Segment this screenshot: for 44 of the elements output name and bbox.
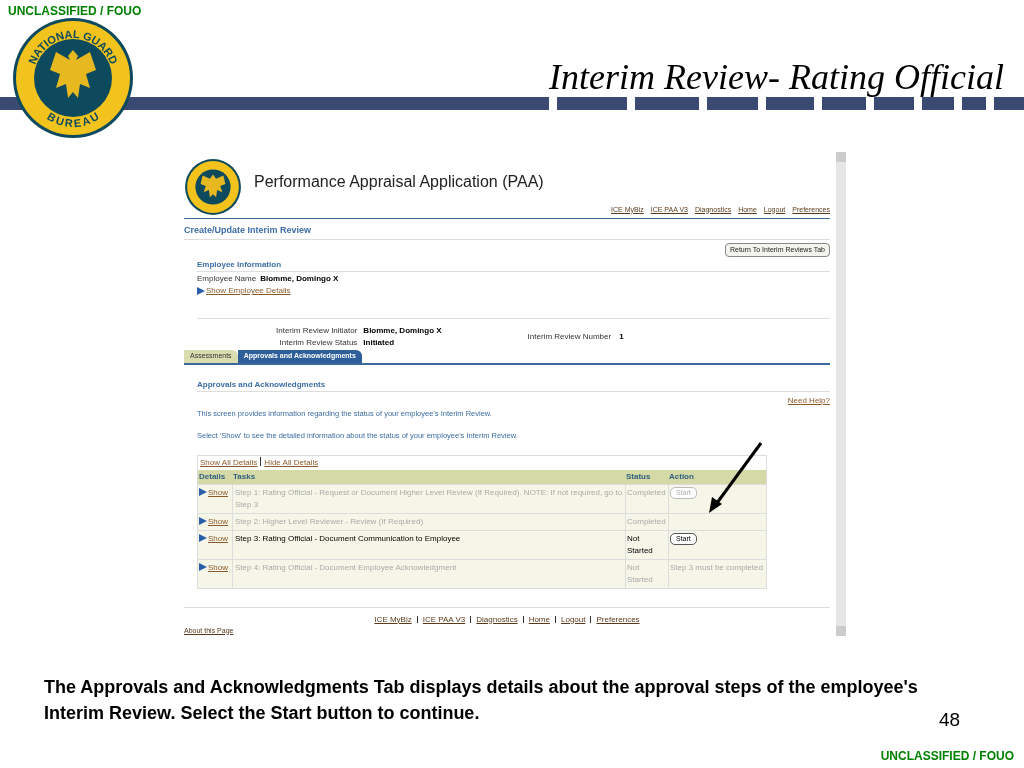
status-cell: Completed (625, 483, 668, 513)
field-value: 1 (619, 331, 624, 343)
status-cell: Completed (625, 512, 668, 530)
page-number: 48 (939, 708, 961, 732)
column-header: Status (625, 469, 668, 484)
classification-label: UNCLASSIFIED / FOUO (880, 748, 1014, 765)
details-link[interactable]: Hide All Details (264, 456, 319, 469)
footer-link[interactable]: Preferences (596, 613, 640, 626)
expand-icon[interactable] (197, 287, 205, 295)
footer-link[interactable]: ICE PAA V3 (422, 613, 466, 626)
pointer-arrow (709, 442, 763, 513)
field-label: Employee Name (197, 273, 257, 285)
seal-logo (184, 158, 242, 216)
status-cell: Not Started (625, 558, 668, 588)
task-cell: Step 3: Rating Official - Document Communication to Employee (232, 529, 625, 559)
column-header: Tasks (232, 469, 625, 484)
column-header: Details (198, 469, 232, 484)
field-value: Blomme, Domingo X (363, 325, 442, 337)
help-link[interactable]: Need Help? (787, 395, 830, 407)
field-value: Blomme, Domingo X (260, 273, 339, 285)
show-details-link[interactable]: Show Employee Details (206, 285, 291, 297)
details-link[interactable]: Show All Details (200, 456, 258, 469)
footer-link[interactable]: ICE MyBiz (374, 613, 412, 626)
page-title: Create/Update Interim Review (184, 224, 830, 240)
section-heading: Employee Information (197, 259, 830, 272)
caption-text: The Approvals and Acknowledgments Tab displays details about the approval steps of the employee's Interim Review. Select the Start button to continue. (44, 676, 919, 725)
task-cell: Step 4: Rating Official - Document Employee Acknowledgment (232, 558, 625, 588)
expand-icon[interactable] (199, 562, 207, 571)
footer-link[interactable]: Diagnostics (476, 613, 518, 626)
field-label: Interim Review Number (527, 331, 612, 343)
task-cell: Step 2: Higher Level Reviewer - Review (If Required) (232, 512, 625, 530)
action-note: Step 3 must be completed (670, 562, 763, 572)
field-value: Initiated (363, 337, 396, 349)
section-heading: Approvals and Acknowledgments (197, 379, 830, 392)
slide-title: Interim Review- Rating Official (549, 56, 1004, 99)
show-link[interactable]: Show (208, 532, 228, 545)
footer-link[interactable]: Home (528, 613, 550, 626)
field-label: Interim Review Initiator (276, 325, 358, 337)
status-cell: Not Started (625, 529, 668, 559)
footer-link[interactable]: Logout (561, 613, 586, 626)
app-title: Performance Appraisal Application (PAA) (254, 172, 544, 192)
column-header: Action (668, 469, 766, 484)
expand-icon[interactable] (199, 487, 207, 496)
field-label: Interim Review Status (278, 337, 358, 349)
